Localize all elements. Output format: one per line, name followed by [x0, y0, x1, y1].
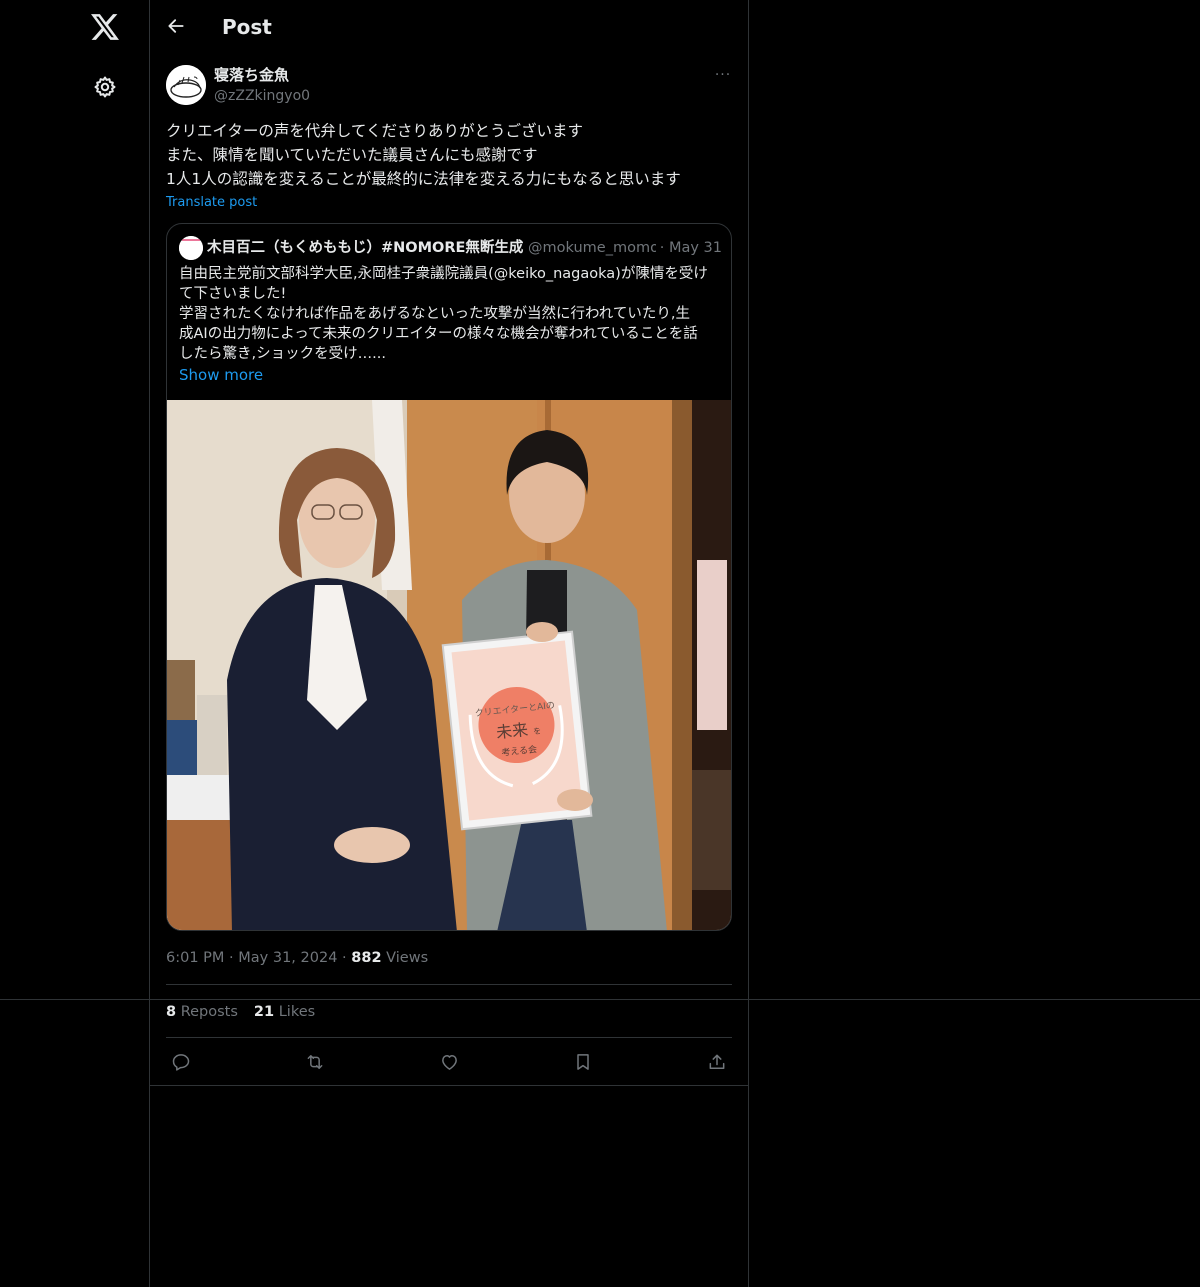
page-header: Post [150, 0, 748, 56]
post-text-line: また、陳情を聞いていただいた議員さんにも感謝です [166, 146, 538, 164]
views-count: 882 [351, 950, 382, 966]
quote-text-line: 自由民主党前文部科学大臣,永岡桂子衆議院議員(@keiko_nagaoka)が陳… [179, 266, 708, 282]
post-metadata: 6:01 PM · May 31, 2024 · 882 Views [166, 947, 428, 969]
x-logo-icon[interactable] [88, 10, 122, 44]
sign-text-line2: 未来 [495, 720, 529, 742]
reposts-count: 8 [166, 1004, 177, 1020]
stats-divider [166, 1037, 732, 1038]
quote-date-wrap: · May 31 [655, 237, 722, 259]
quote-text: 自由民主党前文部科学大臣,永岡桂子衆議院議員(@keiko_nagaoka)が陳… [179, 264, 724, 364]
show-more-link[interactable]: Show more [179, 365, 263, 385]
gear-icon[interactable] [91, 73, 119, 101]
actions-bottom-divider [150, 1085, 748, 1086]
views-label: Views [386, 950, 429, 966]
arrow-left-icon[interactable] [164, 14, 188, 38]
reposts-label: Reposts [180, 1004, 238, 1020]
quoted-post[interactable]: 木目百二（もくめももじ）#NOMORE無断生成 @mokume_momo · M… [166, 223, 732, 931]
quote-text-line: 成AIの出力物によって未来のクリエイターの様々な機会が奪われていることを話 [179, 326, 698, 342]
post-text: クリエイターの声を代弁してくださりありがとうございます また、陳情を聞いていただ… [166, 119, 736, 191]
likes-label: Likes [278, 1004, 316, 1020]
separator-dot: · [342, 950, 347, 966]
column-divider [748, 0, 749, 1287]
quote-text-line: 学習されたくなければ作品をあげるなといった攻撃が当然に行われていたり,生 [179, 306, 690, 322]
translate-post-link[interactable]: Translate post [166, 194, 257, 212]
repost-icon[interactable] [303, 1050, 327, 1074]
avatar[interactable] [166, 65, 206, 105]
share-icon[interactable] [705, 1050, 729, 1074]
left-nav-rail [0, 0, 150, 1287]
post-stats: 8 Reposts 21 Likes [166, 1001, 315, 1023]
like-heart-icon[interactable] [437, 1050, 461, 1074]
post-date[interactable]: May 31, 2024 [238, 950, 337, 966]
quote-author-name[interactable]: 木目百二（もくめももじ）#NOMORE無断生成 [207, 240, 523, 256]
quote-date[interactable]: May 31 [669, 240, 722, 256]
quote-header: 木目百二（もくめももじ）#NOMORE無断生成 @mokume_momo · M… [207, 237, 722, 259]
post-text-line: 1人1人の認識を変えることが最終的に法律を変える力にもなると思います [166, 170, 681, 188]
author-name[interactable]: 寝落ち金魚 [214, 65, 289, 85]
separator-dot: · [229, 950, 234, 966]
quote-author-handle[interactable]: @mokume_momo [528, 240, 659, 256]
likes-stat[interactable]: 21 Likes [254, 1004, 315, 1020]
quote-avatar[interactable] [179, 236, 203, 260]
reposts-stat[interactable]: 8 Reposts [166, 1004, 238, 1020]
divider-line [0, 999, 1200, 1000]
post-time[interactable]: 6:01 PM [166, 950, 224, 966]
ellipsis-icon[interactable]: ··· [712, 65, 734, 85]
sign-text-particle: を [533, 726, 542, 736]
separator-dot: · [659, 240, 665, 256]
quote-photo[interactable]: クリエイターとAIの 未来 を 考える会 [167, 400, 732, 931]
quote-text-line: て下さいました! [179, 286, 287, 302]
quote-text-line: したら驚き,ショックを受け…... [179, 346, 386, 362]
page-title: Post [222, 15, 272, 39]
metadata-divider [166, 984, 732, 985]
reply-icon[interactable] [169, 1050, 193, 1074]
author-handle[interactable]: @zZZkingyo0 [214, 86, 310, 106]
likes-count: 21 [253, 1004, 275, 1020]
post-text-line: クリエイターの声を代弁してくださりありがとうございます [166, 122, 583, 140]
bookmark-icon[interactable] [571, 1050, 595, 1074]
